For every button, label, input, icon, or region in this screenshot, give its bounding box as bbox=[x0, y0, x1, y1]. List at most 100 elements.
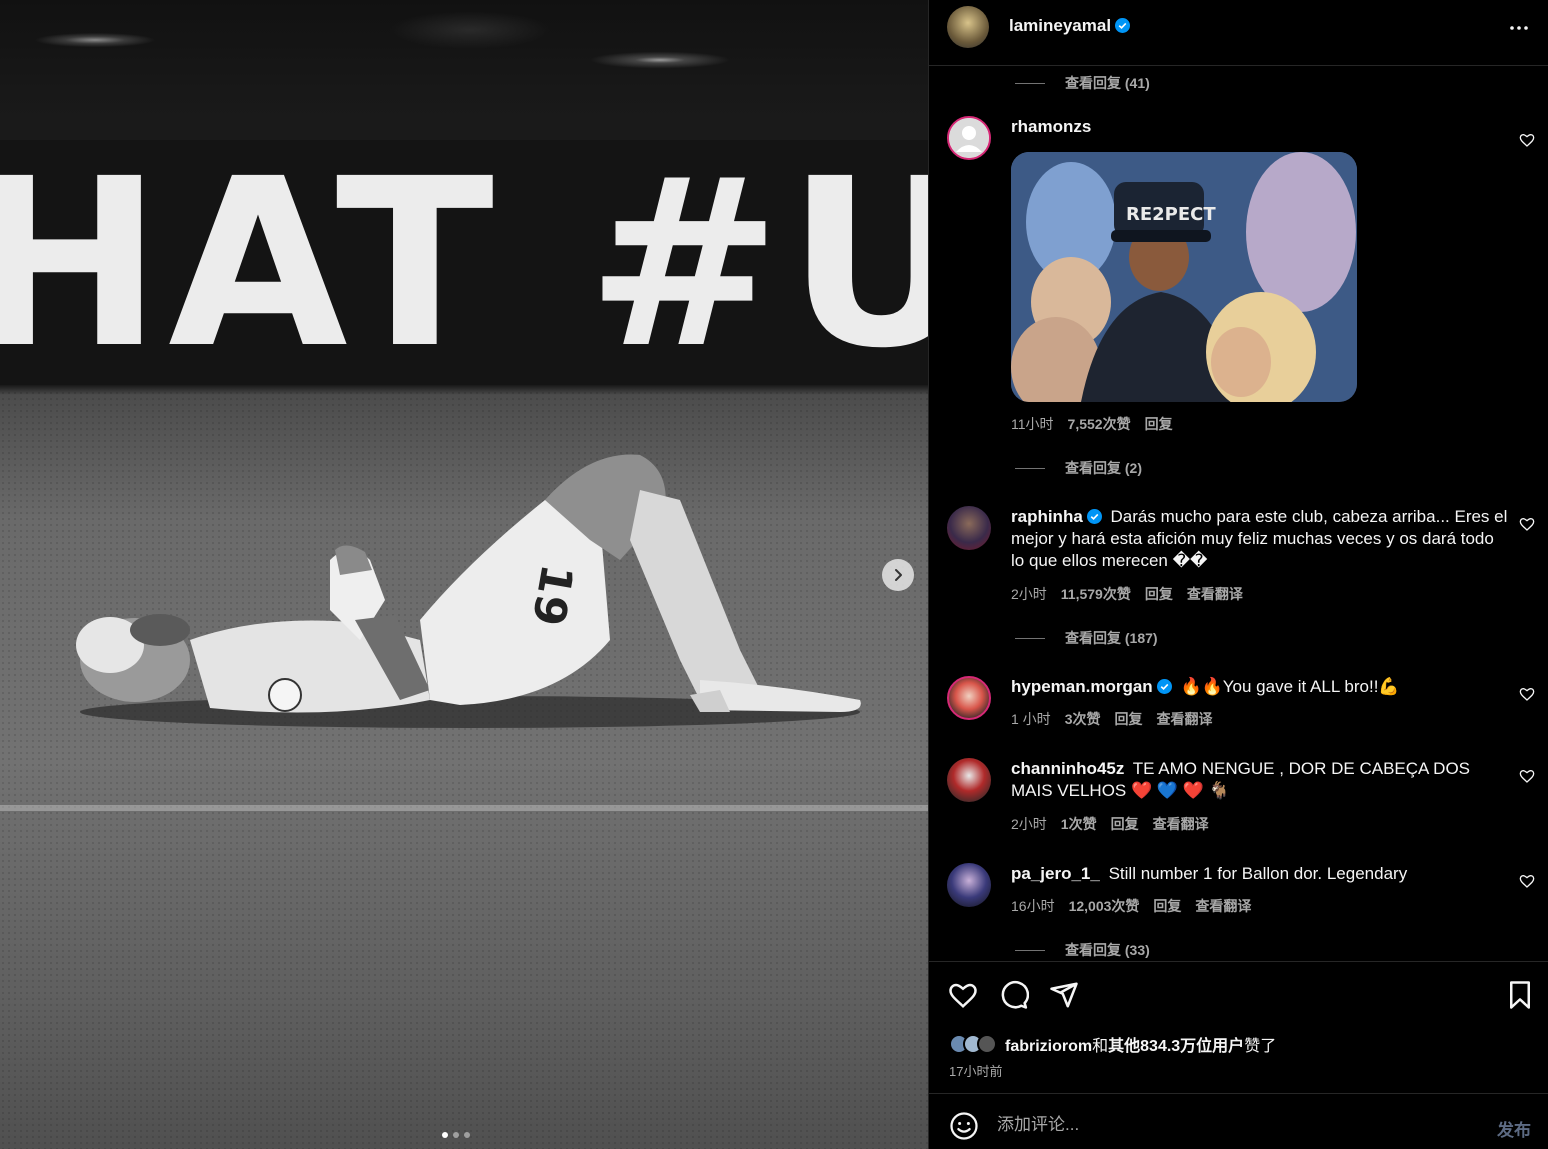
post-actions: fabriziorom和其他834.3万位用户赞了 17小时前 bbox=[929, 961, 1548, 1093]
comment-bubble-icon[interactable] bbox=[999, 980, 1029, 1010]
liked-by-suffix: 赞了 bbox=[1244, 1038, 1277, 1055]
share-send-icon[interactable] bbox=[1049, 980, 1079, 1010]
commenter-username[interactable]: raphinha bbox=[1011, 507, 1102, 526]
comment-item: channinho45z TE AMO NENGUE , DOR DE CABE… bbox=[929, 758, 1548, 838]
comment-likes[interactable]: 3次赞 bbox=[1065, 709, 1101, 729]
comment-time: 2小时 bbox=[1011, 586, 1047, 602]
comment-likes[interactable]: 12,003次赞 bbox=[1069, 896, 1140, 916]
comment-meta: 1 小时 3次赞 回复 查看翻译 bbox=[1011, 709, 1212, 729]
comment-meta: 11小时 7,552次赞 回复 bbox=[1011, 414, 1173, 434]
see-translation-button[interactable]: 查看翻译 bbox=[1156, 709, 1212, 729]
liked-by-others[interactable]: 其他834.3万位用户 bbox=[1108, 1038, 1244, 1055]
default-avatar-icon bbox=[949, 118, 989, 158]
carousel-indicator bbox=[442, 1132, 470, 1138]
carousel-dot bbox=[453, 1132, 459, 1138]
post-timestamp: 17小时前 bbox=[949, 1064, 1003, 1079]
post-header: lamineyamal bbox=[929, 0, 1548, 66]
commenter-username[interactable]: pa_jero_1_ bbox=[1011, 864, 1100, 883]
emoji-icon[interactable] bbox=[949, 1111, 979, 1141]
comment-composer: 发布 bbox=[929, 1093, 1548, 1149]
more-options-icon[interactable] bbox=[1507, 16, 1531, 40]
commenter-username-text[interactable]: raphinha bbox=[1011, 507, 1083, 526]
comment-meta: 2小时 1次赞 回复 查看翻译 bbox=[1011, 814, 1209, 834]
view-replies-button[interactable]: 查看回复 (187) bbox=[1015, 628, 1158, 648]
reply-divider-line bbox=[1015, 949, 1045, 951]
commenter-username[interactable]: rhamonzs bbox=[1011, 117, 1091, 136]
comment-text: pa_jero_1_ Still number 1 for Ballon dor… bbox=[1011, 863, 1511, 885]
verified-badge-icon bbox=[1115, 18, 1131, 33]
reply-button[interactable]: 回复 bbox=[1111, 814, 1139, 834]
gif-crowd-scene: RE2PECT bbox=[1011, 152, 1357, 402]
like-comment-heart-icon[interactable] bbox=[1519, 768, 1535, 784]
commenter-avatar[interactable] bbox=[947, 506, 991, 550]
reply-divider-line bbox=[1015, 467, 1045, 469]
commenter-avatar[interactable] bbox=[947, 676, 991, 720]
comment-item: rhamonzs RE2PECT 11小时 7,552次赞 回复 bbox=[929, 116, 1548, 476]
comment-meta: 16小时 12,003次赞 回复 查看翻译 bbox=[1011, 896, 1251, 916]
view-replies-label[interactable]: 查看回复 (33) bbox=[1065, 940, 1150, 960]
see-translation-button[interactable]: 查看翻译 bbox=[1153, 814, 1209, 834]
comment-text: rhamonzs bbox=[1011, 116, 1511, 138]
verified-badge-icon bbox=[1086, 509, 1102, 524]
like-comment-heart-icon[interactable] bbox=[1519, 132, 1535, 148]
liked-by-conjunction: 和 bbox=[1092, 1038, 1109, 1055]
author-username[interactable]: lamineyamal bbox=[1009, 16, 1131, 36]
view-replies-button[interactable]: 查看回复 (41) bbox=[1015, 73, 1150, 93]
commenter-avatar[interactable] bbox=[947, 863, 991, 907]
comment-item: hypeman.morgan 🔥🔥You gave it ALL bro!!💪 … bbox=[929, 676, 1548, 736]
post-comment-button[interactable]: 发布 bbox=[1497, 1116, 1531, 1141]
view-replies-label[interactable]: 查看回复 (2) bbox=[1065, 458, 1142, 478]
view-replies-button[interactable]: 查看回复 (2) bbox=[1015, 458, 1142, 478]
reply-button[interactable]: 回复 bbox=[1114, 709, 1142, 729]
comment-time: 11小时 bbox=[1011, 416, 1054, 432]
liked-by-row[interactable]: fabriziorom和其他834.3万位用户赞了 bbox=[949, 1032, 1276, 1056]
reply-button[interactable]: 回复 bbox=[1153, 896, 1181, 916]
comment-meta: 2小时 11,579次赞 回复 查看翻译 bbox=[1011, 584, 1243, 604]
carousel-next-button[interactable] bbox=[882, 559, 914, 591]
comment-item: raphinha Darás mucho para este club, cab… bbox=[929, 506, 1548, 606]
view-replies-label[interactable]: 查看回复 (41) bbox=[1065, 73, 1150, 93]
comment-item: pa_jero_1_ Still number 1 for Ballon dor… bbox=[929, 863, 1548, 923]
author-avatar[interactable] bbox=[947, 6, 989, 48]
post-media: HAT #U 19 bbox=[0, 0, 928, 1149]
post-side-panel: lamineyamal 查看回复 (41) rhamonzs RE2PECT 1… bbox=[928, 0, 1548, 1149]
comment-likes[interactable]: 11,579次赞 bbox=[1061, 584, 1131, 604]
commenter-avatar[interactable] bbox=[947, 116, 991, 160]
liked-by-user[interactable]: fabriziorom bbox=[1005, 1038, 1092, 1055]
see-translation-button[interactable]: 查看翻译 bbox=[1187, 584, 1243, 604]
author-username-text[interactable]: lamineyamal bbox=[1009, 16, 1111, 35]
comment-message: Still number 1 for Ballon dor. Legendary bbox=[1108, 864, 1408, 883]
commenter-username[interactable]: channinho45z bbox=[1011, 759, 1124, 778]
comment-text: channinho45z TE AMO NENGUE , DOR DE CABE… bbox=[1011, 758, 1511, 802]
comment-likes[interactable]: 1次赞 bbox=[1061, 814, 1097, 834]
liked-by-text[interactable]: fabriziorom和其他834.3万位用户赞了 bbox=[1005, 1032, 1276, 1056]
like-heart-icon[interactable] bbox=[948, 980, 978, 1010]
save-bookmark-icon[interactable] bbox=[1505, 980, 1535, 1010]
like-comment-heart-icon[interactable] bbox=[1519, 516, 1535, 532]
comment-text: hypeman.morgan 🔥🔥You gave it ALL bro!!💪 bbox=[1011, 676, 1511, 698]
comment-gif-image: RE2PECT bbox=[1011, 152, 1357, 402]
commenter-avatar[interactable] bbox=[947, 758, 991, 802]
reply-button[interactable]: 回复 bbox=[1145, 584, 1173, 604]
comment-message: 🔥🔥You gave it ALL bro!!💪 bbox=[1180, 677, 1400, 696]
gif-caption: RE2PECT bbox=[1126, 204, 1216, 225]
verified-badge-icon bbox=[1156, 679, 1172, 694]
view-replies-label[interactable]: 查看回复 (187) bbox=[1065, 628, 1158, 648]
see-translation-button[interactable]: 查看翻译 bbox=[1195, 896, 1251, 916]
liker-avatar bbox=[977, 1034, 997, 1054]
comments-list[interactable]: 查看回复 (41) rhamonzs RE2PECT 11小时 7,552次赞 … bbox=[929, 66, 1548, 961]
reply-divider-line bbox=[1015, 637, 1045, 639]
player-lying-on-pitch: 19 bbox=[76, 454, 861, 728]
comment-likes[interactable]: 7,552次赞 bbox=[1068, 414, 1131, 434]
like-comment-heart-icon[interactable] bbox=[1519, 686, 1535, 702]
comment-input[interactable] bbox=[997, 1110, 1477, 1140]
commenter-username-text[interactable]: hypeman.morgan bbox=[1011, 677, 1153, 696]
commenter-username[interactable]: hypeman.morgan bbox=[1011, 677, 1172, 696]
comment-time: 2小时 bbox=[1011, 816, 1047, 832]
chevron-right-icon bbox=[895, 569, 902, 581]
comment-time: 1 小时 bbox=[1011, 711, 1051, 727]
svg-text:19: 19 bbox=[522, 560, 583, 629]
like-comment-heart-icon[interactable] bbox=[1519, 873, 1535, 889]
reply-button[interactable]: 回复 bbox=[1145, 414, 1173, 434]
view-replies-button[interactable]: 查看回复 (33) bbox=[1015, 940, 1150, 960]
